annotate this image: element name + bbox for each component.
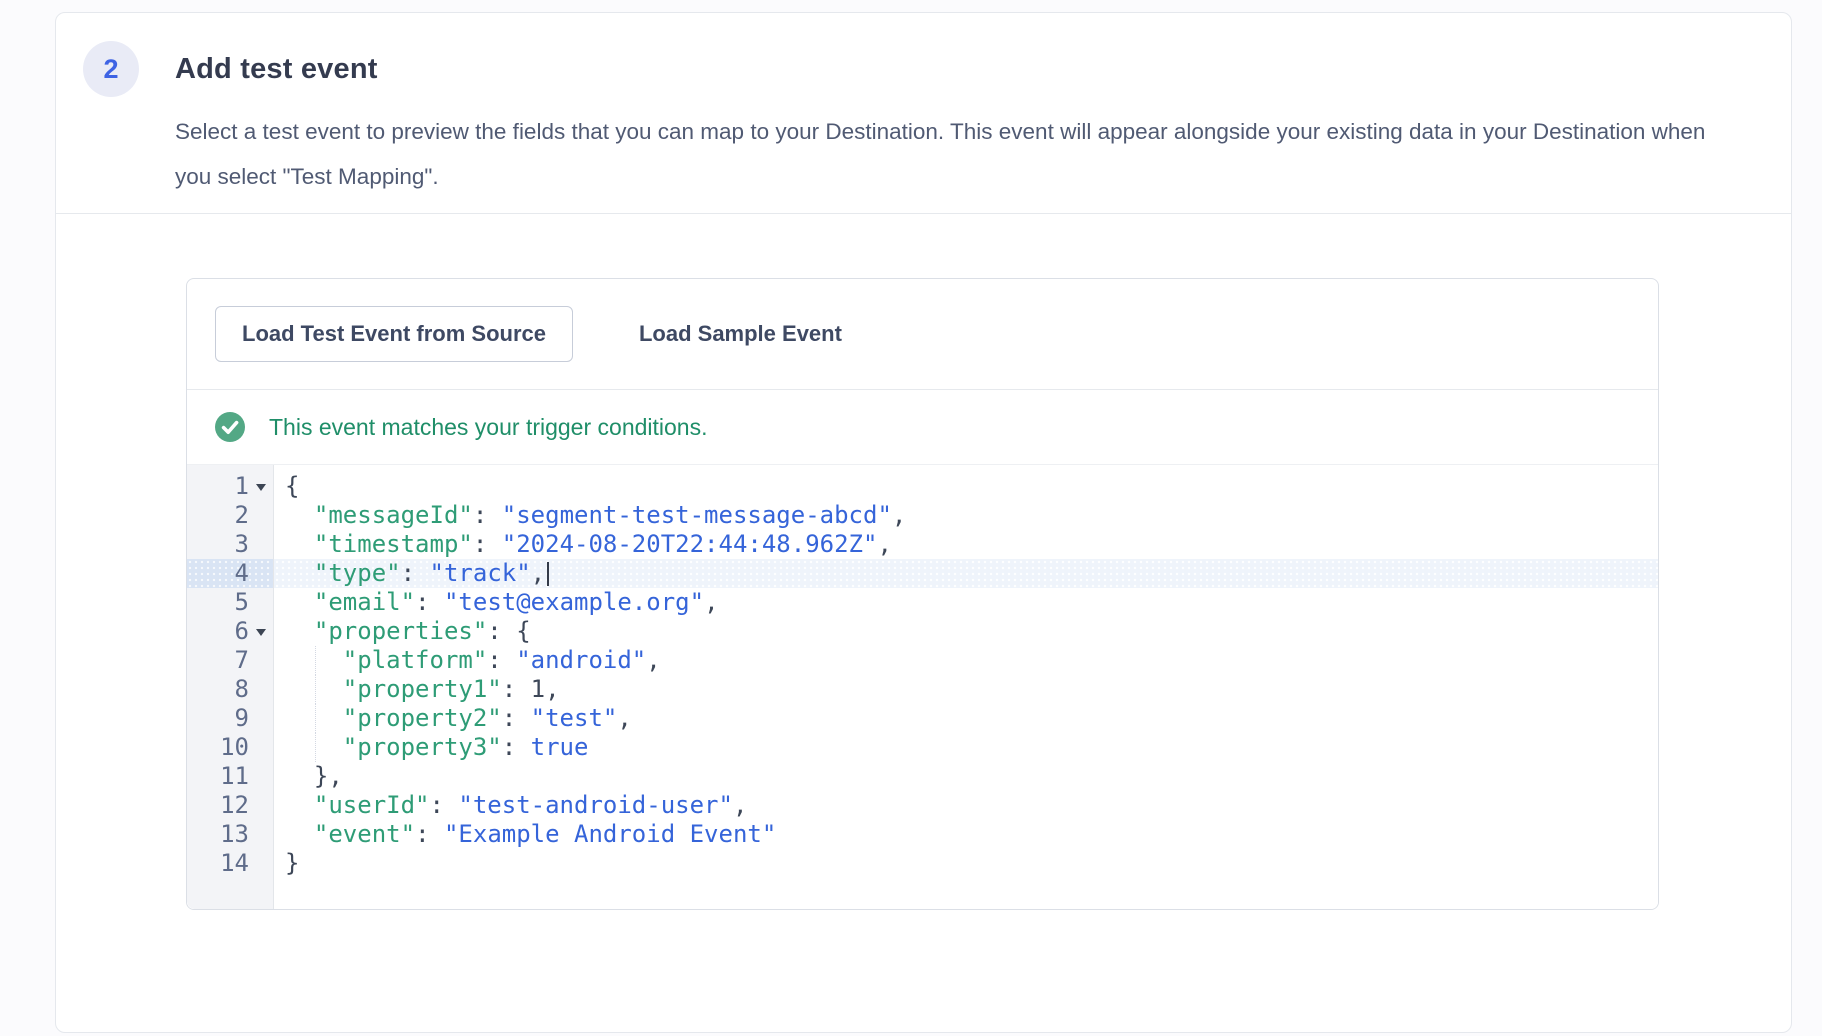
code-line[interactable]: } bbox=[274, 849, 1658, 878]
load-test-event-button[interactable]: Load Test Event from Source bbox=[215, 306, 573, 362]
text-cursor bbox=[547, 562, 549, 586]
editor-code-area: { "messageId": "segment-test-message-abc… bbox=[274, 465, 1658, 909]
code-line[interactable]: "email": "test@example.org", bbox=[274, 588, 1658, 617]
line-number: 3 bbox=[187, 530, 273, 559]
line-number: 9 bbox=[187, 704, 273, 733]
code-line[interactable]: "property1": 1, bbox=[274, 675, 1658, 704]
line-number: 10 bbox=[187, 733, 273, 762]
code-line[interactable]: }, bbox=[274, 762, 1658, 791]
code-line[interactable]: "property3": true bbox=[274, 733, 1658, 762]
trigger-match-status-row: This event matches your trigger conditio… bbox=[187, 390, 1658, 464]
load-sample-event-button[interactable]: Load Sample Event bbox=[635, 306, 846, 362]
step-number-badge: 2 bbox=[83, 41, 139, 97]
editor-gutter: 1234567891011121314 bbox=[187, 465, 274, 909]
card-header: 2 Add test event Select a test event to … bbox=[56, 13, 1791, 214]
code-line[interactable]: "messageId": "segment-test-message-abcd"… bbox=[274, 501, 1658, 530]
line-number: 6 bbox=[187, 617, 273, 646]
code-line[interactable]: "properties": { bbox=[274, 617, 1658, 646]
header-text: Add test event Select a test event to pr… bbox=[175, 41, 1751, 199]
code-line[interactable]: "type": "track", bbox=[274, 559, 1658, 588]
line-number: 14 bbox=[187, 849, 273, 878]
test-event-panel: Load Test Event from Source Load Sample … bbox=[186, 278, 1659, 910]
line-number: 2 bbox=[187, 501, 273, 530]
line-number: 12 bbox=[187, 791, 273, 820]
line-number: 8 bbox=[187, 675, 273, 704]
code-line[interactable]: "userId": "test-android-user", bbox=[274, 791, 1658, 820]
line-number: 11 bbox=[187, 762, 273, 791]
fold-arrow-icon[interactable] bbox=[256, 629, 266, 636]
line-number: 7 bbox=[187, 646, 273, 675]
page-title: Add test event bbox=[175, 51, 1751, 87]
section-description: Select a test event to preview the field… bbox=[175, 109, 1740, 199]
fold-arrow-icon[interactable] bbox=[256, 484, 266, 491]
code-line[interactable]: "platform": "android", bbox=[274, 646, 1658, 675]
code-line[interactable]: "event": "Example Android Event" bbox=[274, 820, 1658, 849]
code-line[interactable]: { bbox=[274, 472, 1658, 501]
code-line[interactable]: "property2": "test", bbox=[274, 704, 1658, 733]
card-body: Load Test Event from Source Load Sample … bbox=[56, 214, 1791, 910]
line-number: 5 bbox=[187, 588, 273, 617]
event-source-toolbar: Load Test Event from Source Load Sample … bbox=[187, 279, 1658, 390]
trigger-match-message: This event matches your trigger conditio… bbox=[269, 414, 707, 441]
line-number: 1 bbox=[187, 472, 273, 501]
line-number: 4 bbox=[187, 559, 273, 588]
json-editor[interactable]: 1234567891011121314 { "messageId": "segm… bbox=[187, 464, 1658, 909]
line-number: 13 bbox=[187, 820, 273, 849]
check-circle-icon bbox=[215, 412, 245, 442]
add-test-event-card: 2 Add test event Select a test event to … bbox=[55, 12, 1792, 1033]
code-line[interactable]: "timestamp": "2024-08-20T22:44:48.962Z", bbox=[274, 530, 1658, 559]
